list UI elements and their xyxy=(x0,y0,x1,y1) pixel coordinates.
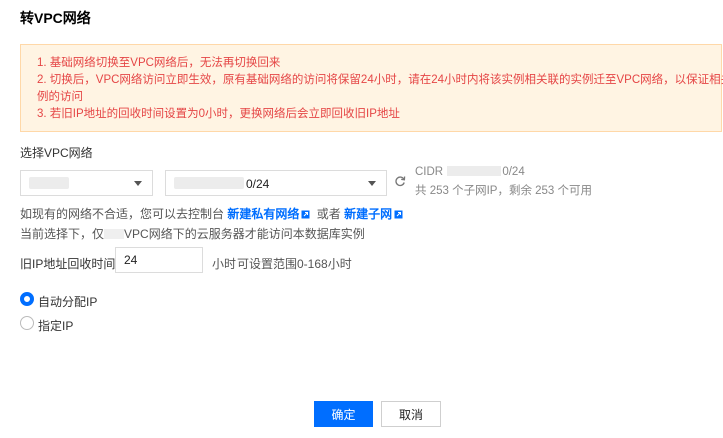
auto-ip-radio[interactable] xyxy=(20,292,34,306)
masked-vpc-name xyxy=(104,229,125,239)
hint-or: 或者 xyxy=(316,207,341,221)
notice-line: 2. 切换后，VPC网络访问立即生效，原有基础网络的访问将保留24小时，请在24… xyxy=(37,74,723,86)
notice-line: 例的访问 xyxy=(37,91,83,103)
note-after: VPC网络下的云服务器才能访问本数据库实例 xyxy=(124,227,365,241)
masked-vpc-name xyxy=(29,177,69,189)
subnet-select-value: 0/24 xyxy=(246,177,270,191)
vpc-label: 选择VPC网络 xyxy=(20,146,93,160)
recycle-time-input[interactable] xyxy=(115,247,203,273)
confirm-button[interactable]: 确定 xyxy=(314,401,373,427)
create-vpc-link[interactable]: 新建私有网络 xyxy=(227,207,299,221)
external-link-icon xyxy=(301,210,310,219)
refresh-icon[interactable] xyxy=(394,175,406,187)
external-link-icon xyxy=(394,210,403,219)
note-before: 当前选择下，仅 xyxy=(20,227,105,241)
dialog-title: 转VPC网络 xyxy=(20,10,91,26)
notice-line: 3. 若旧IP地址的回收时间设置为0小时，更换网络后会立即回收旧IP地址 xyxy=(37,108,400,120)
create-subnet-link[interactable]: 新建子网 xyxy=(344,207,392,221)
masked-subnet-name xyxy=(174,177,244,189)
recycle-time-label: 旧IP地址回收时间 xyxy=(20,257,116,271)
recycle-time-range: 可设置范围0-168小时 xyxy=(237,257,352,271)
masked-cidr xyxy=(447,166,502,176)
vpc-select[interactable] xyxy=(20,170,153,196)
hint-text: 如现有的网络不合适，您可以去控制台 xyxy=(20,207,225,221)
notice-line: 1. 基础网络切换至VPC网络后，无法再切换回来 xyxy=(37,57,281,69)
cidr-info: CIDR 0/24 xyxy=(415,166,525,178)
network-hint: 如现有的网络不合适，您可以去控制台 新建私有网络 或者 新建子网 xyxy=(20,205,406,222)
warning-notice: 1. 基础网络切换至VPC网络后，无法再切换回来 2. 切换后，VPC网络访问立… xyxy=(20,44,723,132)
subnet-select[interactable]: 0/24 xyxy=(165,170,387,196)
cancel-button[interactable]: 取消 xyxy=(381,401,441,427)
chevron-down-icon xyxy=(368,181,376,186)
access-note: 当前选择下，仅 VPC网络下的云服务器才能访问本数据库实例 xyxy=(20,225,365,242)
subnet-ip-info: 共 253 个子网IP，剩余 253 个可用 xyxy=(415,185,593,197)
cidr-prefix: CIDR xyxy=(415,166,444,178)
manual-ip-label[interactable]: 指定IP xyxy=(38,317,73,334)
recycle-time-unit: 小时 xyxy=(212,257,237,271)
auto-ip-label[interactable]: 自动分配IP xyxy=(38,293,97,310)
manual-ip-radio[interactable] xyxy=(20,316,34,330)
cidr-suffix: 0/24 xyxy=(502,166,525,178)
chevron-down-icon xyxy=(134,181,142,186)
